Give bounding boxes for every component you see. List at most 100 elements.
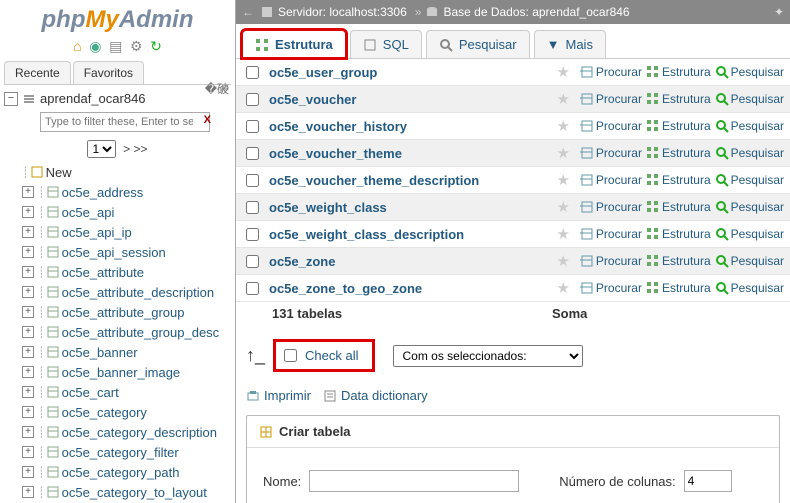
print-link[interactable]: Imprimir	[264, 388, 311, 403]
logo[interactable]: phpMyAdmin	[0, 0, 235, 36]
action-structure[interactable]: Estrutura	[646, 92, 711, 106]
expand-icon[interactable]: +	[22, 486, 34, 498]
tree-item[interactable]: +┊oc5e_banner_image	[22, 362, 235, 382]
expand-icon[interactable]: +	[22, 366, 34, 378]
table-link[interactable]: oc5e_weight_class	[269, 200, 387, 215]
expand-icon[interactable]: +	[22, 426, 34, 438]
tree-item[interactable]: +┊oc5e_api_ip	[22, 222, 235, 242]
action-structure[interactable]: Estrutura	[646, 200, 711, 214]
tree-item[interactable]: +┊oc5e_attribute	[22, 262, 235, 282]
action-structure[interactable]: Estrutura	[646, 146, 711, 160]
table-link[interactable]: oc5e_user_group	[269, 65, 377, 80]
row-checkbox[interactable]	[246, 174, 259, 187]
tab-pesquisar[interactable]: Pesquisar	[426, 30, 530, 58]
action-browse[interactable]: Procurar	[580, 65, 642, 79]
action-browse[interactable]: Procurar	[580, 281, 642, 295]
row-checkbox[interactable]	[246, 201, 259, 214]
action-structure[interactable]: Estrutura	[646, 254, 711, 268]
tree-item[interactable]: +┊oc5e_cart	[22, 382, 235, 402]
row-checkbox[interactable]	[246, 228, 259, 241]
action-search[interactable]: Pesquisar	[715, 281, 784, 295]
action-structure[interactable]: Estrutura	[646, 281, 711, 295]
star-icon[interactable]: ★	[556, 171, 569, 189]
row-checkbox[interactable]	[246, 282, 259, 295]
page-next[interactable]: > >>	[123, 142, 147, 156]
tab-estrutura[interactable]: Estrutura	[242, 30, 346, 58]
name-input[interactable]	[309, 470, 519, 492]
action-search[interactable]: Pesquisar	[715, 200, 784, 214]
action-search[interactable]: Pesquisar	[715, 65, 784, 79]
tree-item[interactable]: +┊oc5e_category	[22, 402, 235, 422]
tree-item[interactable]: +┊oc5e_api_session	[22, 242, 235, 262]
tree-item[interactable]: +┊oc5e_attribute_group_desc	[22, 322, 235, 342]
action-structure[interactable]: Estrutura	[646, 227, 711, 241]
star-icon[interactable]: ★	[556, 144, 569, 162]
expand-icon[interactable]: +	[22, 346, 34, 358]
bc-db[interactable]: Base de Dados: aprendaf_ocar846	[425, 5, 629, 19]
expand-icon[interactable]: +	[22, 406, 34, 418]
cols-input[interactable]	[684, 470, 732, 492]
tab-sql[interactable]: SQL	[350, 30, 422, 58]
action-search[interactable]: Pesquisar	[715, 173, 784, 187]
checkall-checkbox[interactable]	[284, 349, 297, 362]
expand-icon[interactable]: +	[22, 226, 34, 238]
expand-icon[interactable]: +	[22, 246, 34, 258]
tree-new[interactable]: ┊ New	[22, 162, 235, 182]
table-link[interactable]: oc5e_weight_class_description	[269, 227, 464, 242]
star-icon[interactable]: ★	[556, 252, 569, 270]
tab-recent[interactable]: Recente	[4, 61, 71, 84]
checkall-label[interactable]: Check all	[305, 348, 358, 363]
expand-icon[interactable]: +	[22, 186, 34, 198]
tree-item[interactable]: +┊oc5e_banner	[22, 342, 235, 362]
doc-icon[interactable]: ▤	[109, 38, 122, 55]
expand-icon[interactable]: +	[22, 286, 34, 298]
bc-server[interactable]: Servidor: localhost:3306	[260, 5, 407, 19]
expand-icon[interactable]: +	[22, 266, 34, 278]
row-checkbox[interactable]	[246, 93, 259, 106]
tree-item[interactable]: +┊oc5e_api	[22, 202, 235, 222]
collapse-toggle-icon[interactable]: −	[4, 92, 18, 106]
action-structure[interactable]: Estrutura	[646, 65, 711, 79]
link-icon[interactable]: ∞	[220, 80, 229, 95]
db-header[interactable]: − aprendaf_ocar846	[0, 85, 235, 110]
action-browse[interactable]: Procurar	[580, 254, 642, 268]
expand-icon[interactable]: +	[22, 446, 34, 458]
filter-input[interactable]	[40, 112, 210, 132]
bc-gear-icon[interactable]: ✦	[774, 5, 784, 19]
action-browse[interactable]: Procurar	[580, 119, 642, 133]
star-icon[interactable]: ★	[556, 117, 569, 135]
expand-icon[interactable]: +	[22, 306, 34, 318]
star-icon[interactable]: ★	[556, 279, 569, 297]
row-checkbox[interactable]	[246, 255, 259, 268]
action-browse[interactable]: Procurar	[580, 146, 642, 160]
table-link[interactable]: oc5e_voucher_theme_description	[269, 173, 479, 188]
table-link[interactable]: oc5e_voucher_history	[269, 119, 407, 134]
star-icon[interactable]: ★	[556, 90, 569, 108]
row-checkbox[interactable]	[246, 147, 259, 160]
data-dictionary-link[interactable]: Data dictionary	[341, 388, 428, 403]
home-icon[interactable]: ⌂	[73, 38, 81, 54]
action-search[interactable]: Pesquisar	[715, 254, 784, 268]
tree-item[interactable]: +┊oc5e_category_description	[22, 422, 235, 442]
expand-icon[interactable]: +	[22, 326, 34, 338]
tree-item[interactable]: +┊oc5e_category_to_layout	[22, 482, 235, 502]
page-select[interactable]: 1	[87, 140, 116, 158]
clear-filter-icon[interactable]: X	[204, 114, 211, 126]
action-browse[interactable]: Procurar	[580, 200, 642, 214]
table-link[interactable]: oc5e_zone_to_geo_zone	[269, 281, 422, 296]
tree-item[interactable]: +┊oc5e_category_filter	[22, 442, 235, 462]
action-search[interactable]: Pesquisar	[715, 119, 784, 133]
reload-icon[interactable]: ↻	[150, 38, 162, 55]
action-structure[interactable]: Estrutura	[646, 119, 711, 133]
nav-back-icon[interactable]: ←	[242, 5, 254, 19]
table-link[interactable]: oc5e_voucher_theme	[269, 146, 402, 161]
exit-icon[interactable]: ◉	[89, 38, 101, 55]
star-icon[interactable]: ★	[556, 198, 569, 216]
action-search[interactable]: Pesquisar	[715, 92, 784, 106]
action-browse[interactable]: Procurar	[580, 227, 642, 241]
tree-item[interactable]: +┊oc5e_attribute_description	[22, 282, 235, 302]
with-selected-select[interactable]: Com os seleccionados:	[393, 345, 583, 367]
action-search[interactable]: Pesquisar	[715, 227, 784, 241]
tree-item[interactable]: +┊oc5e_category_path	[22, 462, 235, 482]
tab-mais[interactable]: ▼ Mais	[534, 30, 606, 58]
